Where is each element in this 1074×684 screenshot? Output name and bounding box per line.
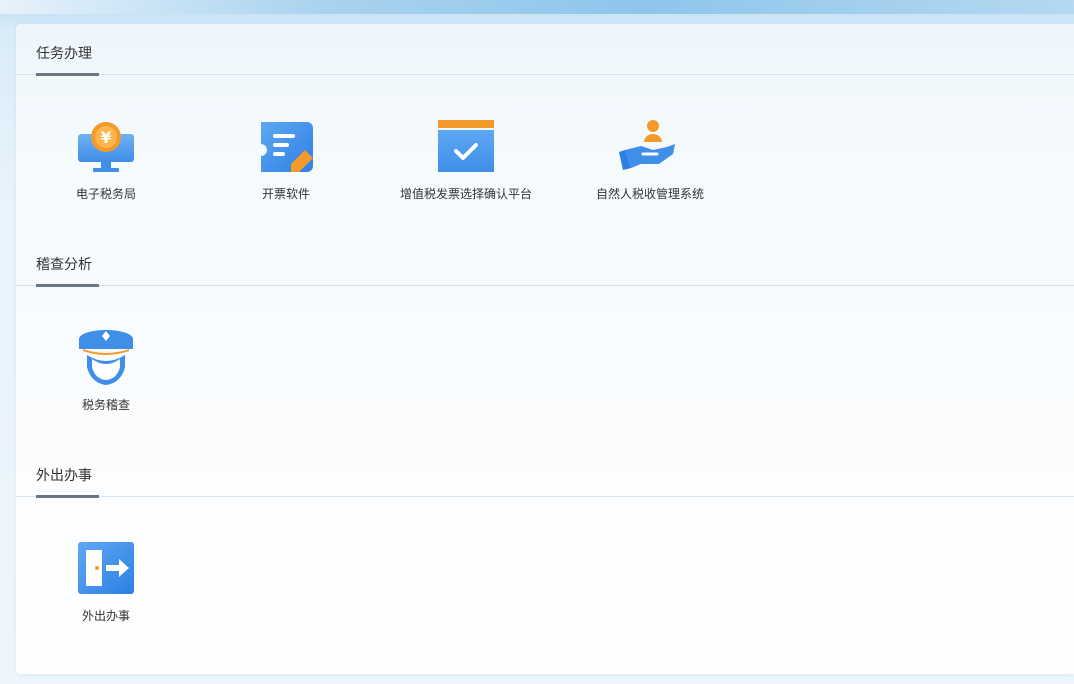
main-panel: 任务办理 ¥ 电子税务局 开票软件 增值税发票选择确认平台 自然人税收管理系统 …	[16, 24, 1074, 674]
tile-label: 开票软件	[261, 187, 310, 201]
svg-text:¥: ¥	[100, 128, 111, 147]
section-underline	[36, 284, 99, 287]
section-divider	[16, 74, 1074, 75]
section-title: 稽查分析	[36, 257, 92, 273]
section-title: 任务办理	[36, 46, 92, 62]
section-divider	[16, 285, 1074, 286]
tile-invoice-software[interactable]: 开票软件	[206, 116, 366, 216]
person-hand-icon	[619, 116, 681, 178]
top-banner-strip	[0, 0, 1074, 14]
inspector-icon	[75, 327, 137, 389]
section-divider	[16, 496, 1074, 497]
tile-label: 增值税发票选择确认平台	[399, 187, 532, 201]
tile-natural-person-tax[interactable]: 自然人税收管理系统	[570, 116, 730, 216]
section-underline	[36, 73, 99, 76]
confirm-window-icon	[435, 116, 497, 178]
exit-door-icon	[75, 538, 137, 600]
tax-bureau-monitor-icon: ¥	[75, 116, 137, 178]
section-title: 外出办事	[36, 468, 92, 484]
tile-tax-inspection[interactable]: 税务稽查	[26, 327, 186, 427]
tile-label: 电子税务局	[75, 187, 136, 201]
tile-label: 自然人税收管理系统	[595, 187, 704, 201]
section-underline	[36, 495, 99, 498]
tile-e-tax-bureau[interactable]: ¥ 电子税务局	[26, 116, 186, 216]
tile-vat-invoice-confirm[interactable]: 增值税发票选择确认平台	[386, 116, 546, 216]
invoice-edit-icon	[255, 116, 317, 178]
tile-label: 税务稽查	[81, 398, 130, 412]
tile-outside-affairs[interactable]: 外出办事	[26, 538, 186, 638]
tile-label: 外出办事	[81, 609, 130, 623]
